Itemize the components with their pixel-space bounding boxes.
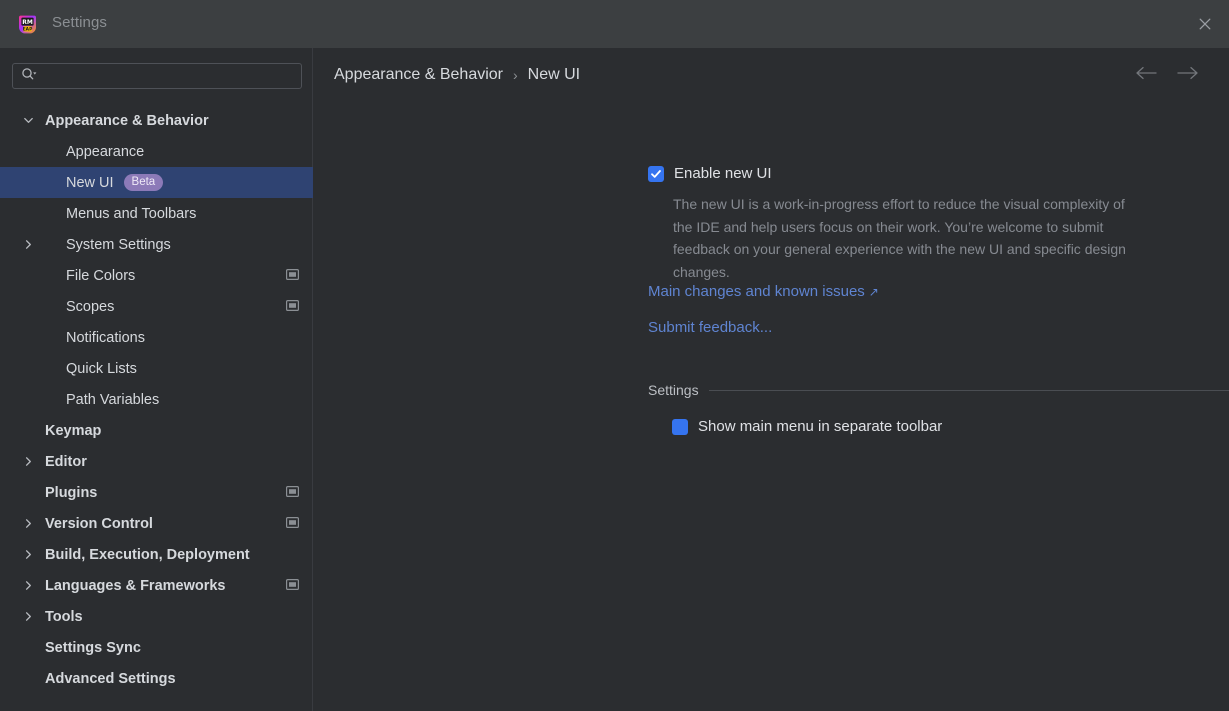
- sidebar-item-label: Appearance: [66, 143, 145, 160]
- search-icon: [21, 67, 37, 86]
- submit-feedback-link[interactable]: Submit feedback...: [648, 319, 772, 336]
- sidebar-item-settings-sync[interactable]: Settings Sync: [0, 632, 313, 663]
- external-link-icon: ↗: [868, 285, 879, 299]
- arrow-right-icon[interactable]: [1177, 66, 1199, 85]
- sidebar-item-label: Keymap: [45, 422, 102, 439]
- sidebar-item-label: New UI: [66, 174, 114, 191]
- project-scope-icon: [286, 578, 300, 594]
- sidebar-item-label: Settings Sync: [45, 639, 141, 656]
- chevron-down-icon[interactable]: [20, 105, 36, 136]
- navigation-arrows: [1135, 66, 1199, 85]
- sidebar-item-appearance[interactable]: Appearance: [0, 136, 313, 167]
- arrow-left-icon[interactable]: [1135, 66, 1157, 85]
- window-title: Settings: [52, 14, 107, 31]
- chevron-right-icon[interactable]: [20, 539, 36, 570]
- sidebar-item-languages-frameworks[interactable]: Languages & Frameworks: [0, 570, 313, 601]
- sidebar-item-label: Editor: [45, 453, 87, 470]
- sidebar-item-plugins[interactable]: Plugins: [0, 477, 313, 508]
- rubymine-eap-icon: RM EAP: [16, 13, 39, 36]
- svg-text:RM: RM: [22, 19, 33, 26]
- settings-sidebar: Appearance & Behavior Appearance New UI Bet…: [0, 48, 313, 711]
- enable-new-ui-checkbox-row[interactable]: Enable new UI: [648, 165, 772, 183]
- sidebar-item-file-colors[interactable]: File Colors: [0, 260, 313, 291]
- sidebar-item-menus-and-toolbars[interactable]: Menus and Toolbars: [0, 198, 313, 229]
- sidebar-item-label: Plugins: [45, 484, 98, 501]
- search-field[interactable]: [12, 63, 302, 89]
- sidebar-item-keymap[interactable]: Keymap: [0, 415, 313, 446]
- sidebar-item-scopes[interactable]: Scopes: [0, 291, 313, 322]
- sidebar-item-tools[interactable]: Tools: [0, 601, 313, 632]
- sidebar-item-label: Notifications: [66, 329, 145, 346]
- breadcrumb-current: New UI: [527, 66, 581, 83]
- breadcrumb: Appearance & Behavior › New UI: [334, 66, 580, 84]
- beta-badge: Beta: [123, 174, 164, 191]
- sidebar-item-label: Path Variables: [66, 391, 160, 408]
- show-main-menu-label: Show main menu in separate toolbar: [698, 418, 943, 435]
- settings-tree: Appearance & Behavior Appearance New UI Bet…: [0, 105, 313, 694]
- chevron-right-icon[interactable]: [20, 229, 36, 260]
- chevron-right-icon[interactable]: [20, 508, 36, 539]
- sidebar-item-label: Advanced Settings: [45, 670, 176, 687]
- breadcrumb-parent[interactable]: Appearance & Behavior: [334, 66, 503, 84]
- settings-main-panel: Appearance & Behavior › New UI Enable ne…: [313, 48, 1229, 711]
- sidebar-item-label: Tools: [45, 608, 83, 625]
- close-icon[interactable]: [1191, 10, 1219, 38]
- sidebar-item-label: Scopes: [66, 298, 115, 315]
- svg-text:EAP: EAP: [23, 27, 33, 33]
- settings-group-header: Settings: [648, 382, 1229, 398]
- sidebar-item-new-ui[interactable]: New UI Beta: [0, 167, 313, 198]
- settings-group-divider: [708, 389, 1229, 391]
- enable-new-ui-label: Enable new UI: [674, 165, 772, 182]
- sidebar-item-label: Build, Execution, Deployment: [45, 546, 250, 563]
- project-scope-icon: [286, 268, 300, 284]
- main-changes-link[interactable]: Main changes and known issues ↗: [648, 283, 879, 300]
- checkmark-icon: [651, 170, 661, 178]
- sidebar-item-path-variables[interactable]: Path Variables: [0, 384, 313, 415]
- sidebar-item-notifications[interactable]: Notifications: [0, 322, 313, 353]
- submit-feedback-link-label: Submit feedback...: [648, 319, 773, 336]
- breadcrumb-separator-icon: ›: [513, 67, 518, 83]
- sidebar-item-quick-lists[interactable]: Quick Lists: [0, 353, 313, 384]
- project-scope-icon: [286, 299, 300, 315]
- sidebar-item-system-settings[interactable]: System Settings: [0, 229, 313, 260]
- window-titlebar: RM EAP Settings: [0, 0, 1229, 48]
- chevron-right-icon[interactable]: [20, 446, 36, 477]
- sidebar-item-version-control[interactable]: Version Control: [0, 508, 313, 539]
- project-scope-icon: [286, 516, 300, 532]
- show-main-menu-checkbox[interactable]: [672, 419, 688, 435]
- project-scope-icon: [286, 485, 300, 501]
- sidebar-item-build-execution-deployment[interactable]: Build, Execution, Deployment: [0, 539, 313, 570]
- sidebar-item-label: Menus and Toolbars: [66, 205, 197, 222]
- sidebar-item-advanced-settings[interactable]: Advanced Settings: [0, 663, 313, 694]
- search-input[interactable]: [37, 68, 301, 84]
- enable-new-ui-description: The new UI is a work-in-progress effort …: [673, 196, 1126, 280]
- chevron-right-icon[interactable]: [20, 570, 36, 601]
- enable-new-ui-checkbox[interactable]: [648, 166, 664, 182]
- show-main-menu-checkbox-row[interactable]: Show main menu in separate toolbar: [672, 418, 942, 436]
- settings-group-title: Settings: [648, 382, 699, 398]
- main-changes-link-label: Main changes and known issues: [648, 283, 865, 300]
- sidebar-item-label: Quick Lists: [66, 360, 137, 377]
- sidebar-item-editor[interactable]: Editor: [0, 446, 313, 477]
- chevron-right-icon[interactable]: [20, 601, 36, 632]
- sidebar-item-appearance-behavior[interactable]: Appearance & Behavior: [0, 105, 313, 136]
- sidebar-item-label: File Colors: [66, 267, 136, 284]
